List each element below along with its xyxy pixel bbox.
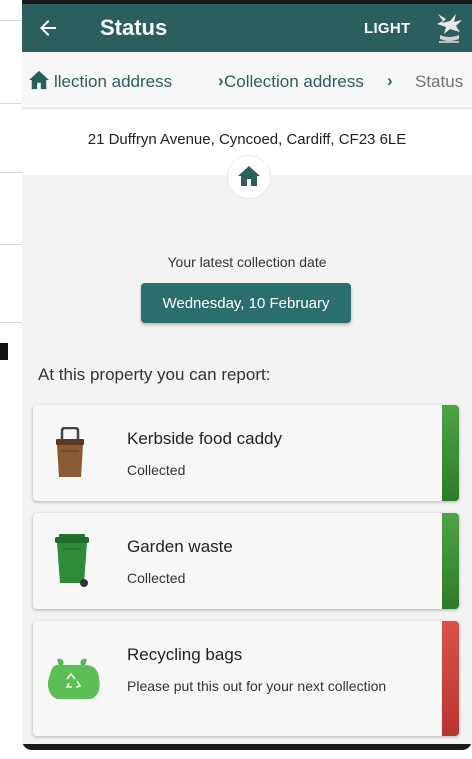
status-indicator-collected (442, 405, 459, 501)
background-divider (0, 20, 22, 21)
background-left-strip (0, 0, 22, 759)
report-item-status: Collected (127, 570, 186, 586)
report-item-status: Collected (127, 462, 186, 478)
page-title: Status (100, 15, 168, 40)
background-divider (0, 244, 22, 245)
chevron-right-icon: › (218, 71, 224, 90)
status-indicator-collected (442, 513, 459, 609)
home-icon (238, 166, 260, 186)
report-item-garden-waste[interactable]: Garden waste Collected (33, 513, 459, 609)
report-item-food-caddy[interactable]: Kerbside food caddy Collected (33, 405, 459, 501)
report-item-recycling-bags[interactable]: Recycling bags Please put this out for y… (33, 621, 459, 736)
device-frame: Status LIGHT llection address › Collecti… (22, 0, 472, 750)
report-item-name: Garden waste (127, 537, 233, 556)
breadcrumb-item-collection-address-2[interactable]: Collection address (224, 72, 364, 92)
chevron-right-icon: › (387, 71, 393, 90)
home-icon[interactable] (28, 70, 50, 90)
breadcrumb-item-status: Status (415, 72, 464, 91)
background-marker (0, 343, 8, 360)
app-screen: Status LIGHT llection address › Collecti… (22, 4, 472, 744)
theme-toggle-button[interactable]: LIGHT (364, 20, 411, 37)
food-caddy-icon (56, 427, 84, 477)
cardiff-crest-logo (437, 14, 462, 43)
property-address: 21 Duffryn Avenue, Cyncoed, Cardiff, CF2… (87, 131, 407, 148)
back-arrow-icon[interactable] (36, 16, 60, 40)
breadcrumb: llection address › Collection address › … (22, 52, 472, 109)
background-divider (0, 322, 22, 323)
latest-collection-date-button[interactable]: Wednesday, 10 February (141, 283, 351, 323)
background-divider (0, 172, 22, 173)
app-bar: Status LIGHT (22, 4, 472, 52)
report-heading: At this property you can report: (38, 365, 271, 384)
recycling-bag-icon (47, 658, 100, 699)
report-item-name: Kerbside food caddy (127, 429, 282, 448)
breadcrumb-item-collection-address-1[interactable]: llection address (54, 72, 172, 92)
home-badge (227, 155, 271, 199)
background-divider (0, 103, 22, 104)
report-item-name: Recycling bags (127, 645, 243, 664)
status-indicator-not-collected (442, 621, 459, 736)
green-wheelie-bin-icon (55, 534, 89, 587)
latest-collection-label: Your latest collection date (167, 254, 327, 270)
report-item-status: Please put this out for your next collec… (127, 678, 387, 694)
